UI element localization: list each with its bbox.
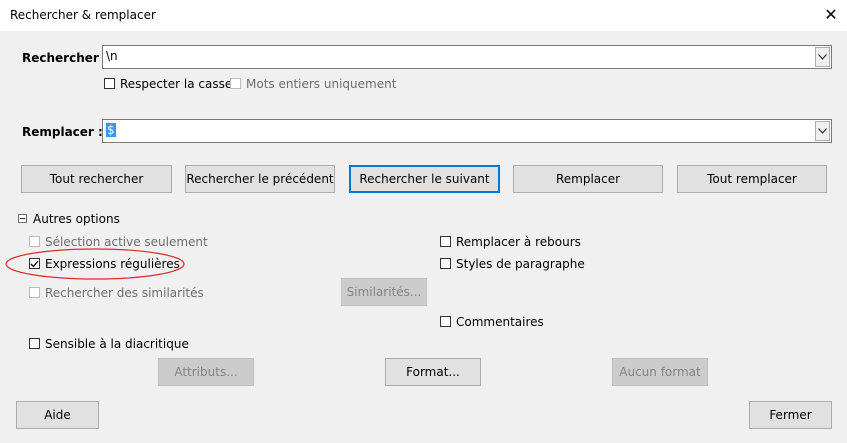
window-title: Rechercher & remplacer [10,8,156,22]
active-selection-label: Sélection active seulement [45,235,208,249]
close-button[interactable]: Fermer [749,401,832,429]
active-selection-checkbox[interactable] [29,236,40,247]
comments-label: Commentaires [456,315,544,329]
similarity-label: Rechercher des similarités [45,286,204,300]
attributes-button[interactable]: Attributs... [158,358,254,386]
search-input[interactable]: \n [106,49,118,63]
match-case-checkbox[interactable] [104,78,115,89]
match-case-label: Respecter la casse [120,77,233,91]
backwards-checkbox[interactable] [440,236,451,247]
chevron-down-icon[interactable] [815,47,830,67]
search-combobox[interactable]: \n [102,45,832,69]
paragraph-styles-checkbox[interactable] [440,258,451,269]
no-format-button[interactable]: Aucun format [612,358,708,386]
find-next-button[interactable]: Rechercher le suivant [349,165,500,193]
whole-words-checkbox[interactable] [230,78,241,89]
replace-all-button[interactable]: Tout remplacer [677,165,827,193]
replace-button[interactable]: Remplacer [513,165,663,193]
format-button[interactable]: Format... [385,358,481,386]
collapse-icon[interactable] [18,214,27,223]
chevron-down-icon[interactable] [815,121,830,141]
find-all-button[interactable]: Tout rechercher [21,165,172,193]
replace-input[interactable]: $ [106,123,116,137]
search-label: Rechercher : [22,51,108,65]
similarities-button[interactable]: Similarités... [341,278,427,306]
replace-label: Remplacer : [22,125,103,139]
find-previous-button[interactable]: Rechercher le précédent [185,165,335,193]
whole-words-label: Mots entiers uniquement [246,77,397,91]
replace-combobox[interactable]: $ [102,119,832,143]
paragraph-styles-label: Styles de paragraphe [456,257,585,271]
similarity-checkbox[interactable] [29,287,40,298]
regex-label: Expressions régulières [45,257,180,271]
other-options-label[interactable]: Autres options [33,212,120,226]
backwards-label: Remplacer à rebours [456,235,581,249]
diacritic-label: Sensible à la diacritique [45,337,189,351]
regex-checkbox[interactable] [29,258,40,269]
help-button[interactable]: Aide [16,401,99,429]
diacritic-checkbox[interactable] [29,338,40,349]
close-icon[interactable]: ✕ [820,3,842,27]
comments-checkbox[interactable] [440,316,451,327]
